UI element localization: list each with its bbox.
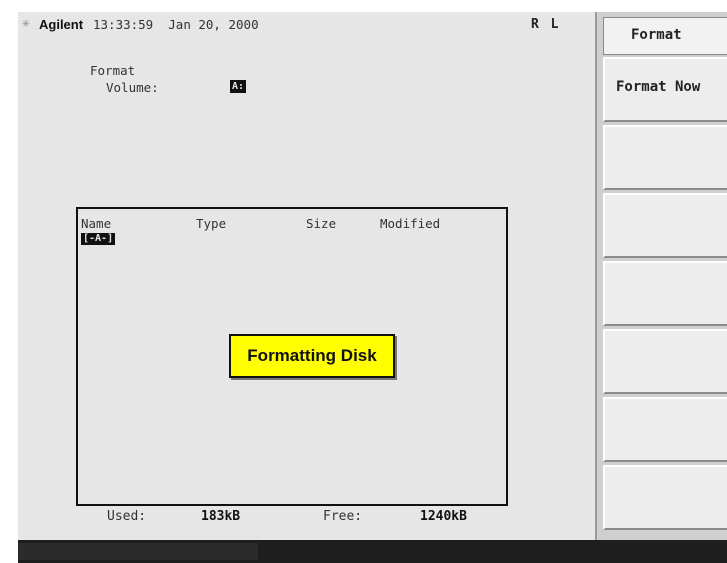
softkey-4[interactable] [603, 261, 727, 326]
formatting-dialog: Formatting Disk [229, 334, 395, 378]
softkey-menu-title: Format [603, 17, 727, 55]
volume-value[interactable]: A: [230, 80, 247, 93]
status-bar: ✳ Agilent 13:33:59 Jan 20, 2000 R L [18, 12, 595, 36]
time-display: 13:33:59 [93, 17, 154, 32]
softkey-3[interactable] [603, 193, 727, 258]
softkey-2[interactable] [603, 125, 727, 190]
date-display: Jan 20, 2000 [168, 17, 259, 32]
sparkle-icon: ✳ [22, 16, 30, 31]
format-now-button[interactable]: Format Now [603, 57, 727, 122]
file-list-panel: Name Type Size Modified [-A-] Formatting… [76, 207, 508, 506]
softkey-7[interactable] [603, 465, 727, 530]
instrument-screen: ✳ Agilent 13:33:59 Jan 20, 2000 R L Form… [18, 12, 727, 540]
brand-logo: Agilent [39, 17, 84, 32]
column-header-name: Name [81, 216, 112, 231]
column-header-type: Type [196, 216, 227, 231]
message-field [18, 543, 258, 560]
free-label: Free: [323, 509, 363, 524]
softkey-panel: Format Format Now [595, 12, 727, 540]
free-value: 1240kB [420, 509, 467, 524]
used-label: Used: [107, 509, 147, 524]
volume-label: Volume: [106, 80, 159, 95]
softkey-6[interactable] [603, 397, 727, 462]
remote-local-indicator: R L [531, 17, 561, 32]
clock: 13:33:59 Jan 20, 2000 [93, 17, 259, 32]
format-label: Format [90, 63, 136, 78]
softkey-5[interactable] [603, 329, 727, 394]
column-header-size: Size [306, 216, 337, 231]
used-value: 183kB [201, 509, 241, 524]
list-item-drive[interactable]: [-A-] [81, 233, 116, 245]
message-bar [18, 540, 727, 563]
column-header-modified: Modified [380, 216, 441, 231]
